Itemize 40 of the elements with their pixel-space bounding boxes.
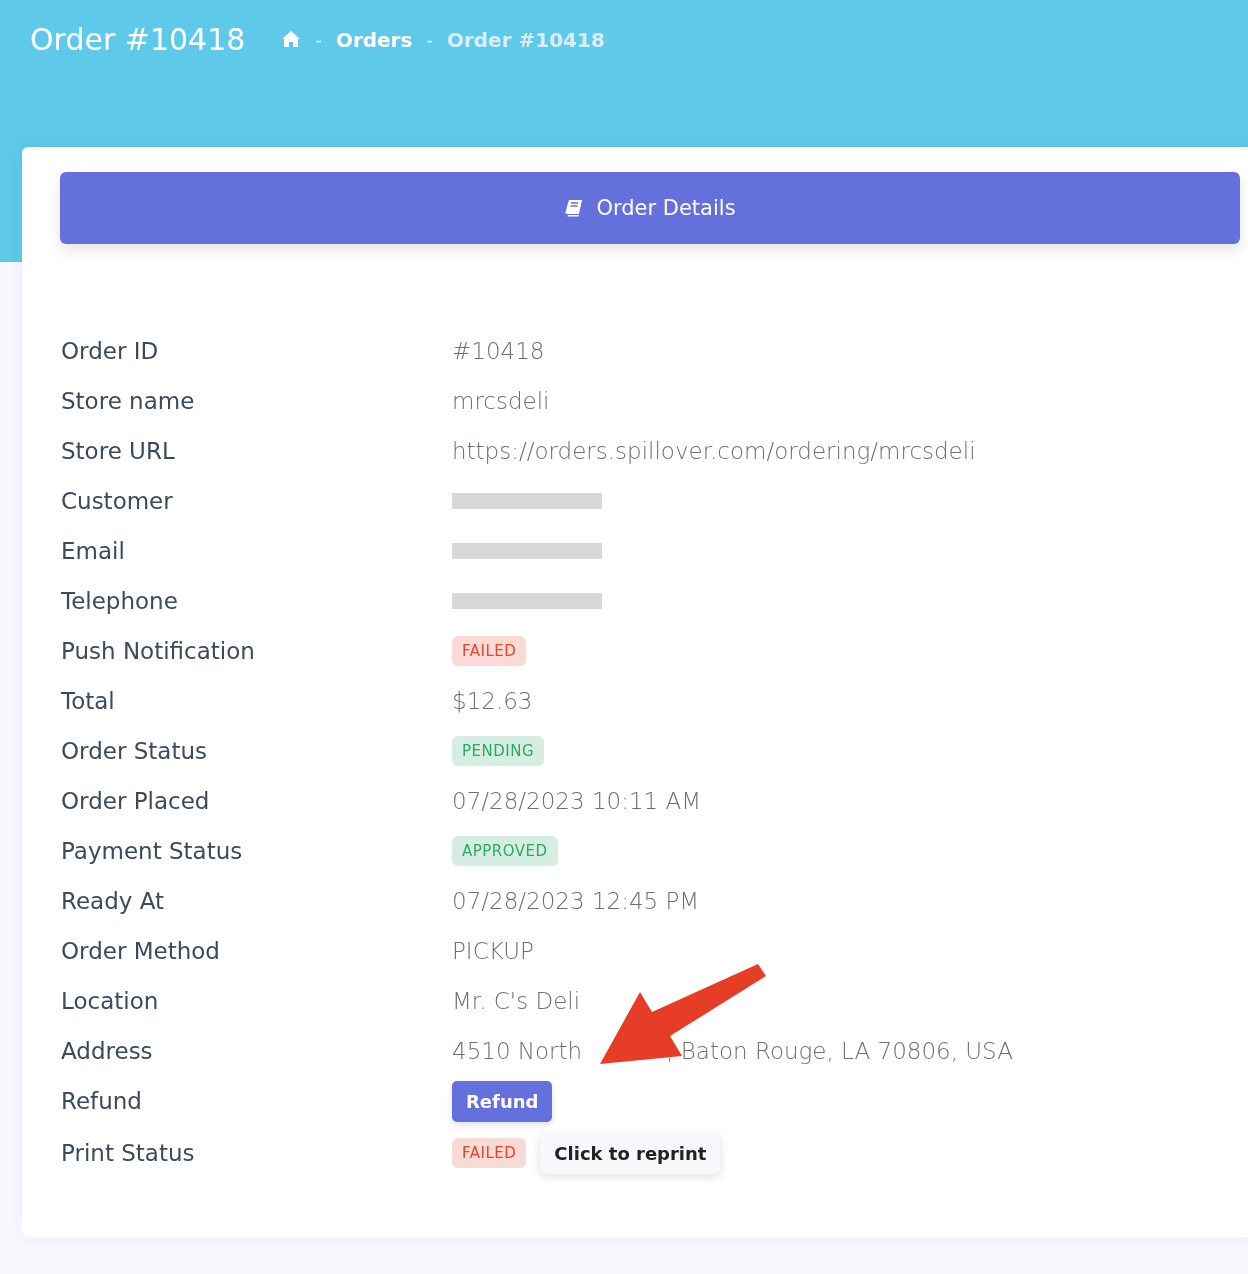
home-icon[interactable]: [281, 29, 302, 48]
field-label: Email: [61, 538, 126, 564]
field-label: Store URL: [61, 438, 176, 464]
field-label: Order Placed: [61, 788, 211, 814]
field-label: Location: [61, 988, 160, 1014]
status-badge: FAILED: [452, 1138, 527, 1168]
page-title: Order #10418: [30, 22, 246, 57]
field-label: Refund: [61, 1088, 143, 1114]
field-value: , Baton Rouge, LA 70806, USA: [666, 1038, 1013, 1064]
field-label: Order ID: [61, 338, 160, 364]
field-label: Address: [61, 1038, 154, 1064]
field-value: #10418: [452, 338, 545, 364]
field-value: PICKUP: [452, 938, 534, 964]
field-label: Order Status: [61, 738, 208, 764]
field-value: mrcsdeli: [452, 388, 550, 414]
field-label: Telephone: [61, 588, 179, 614]
reprint-button[interactable]: Click to reprint: [540, 1132, 721, 1174]
status-badge: APPROVED: [452, 836, 558, 866]
field-label: Print Status: [61, 1140, 196, 1166]
breadcrumb-separator: -: [426, 29, 433, 50]
status-badge: FAILED: [452, 636, 527, 666]
field-value: 4510 North: [452, 1038, 583, 1064]
field-label: Push Notification: [61, 638, 256, 664]
breadcrumb-current: Order #10418: [446, 27, 605, 52]
field-label: Total: [61, 688, 116, 714]
field-label: Order Method: [61, 938, 221, 964]
field-value: Mr. C's Deli: [452, 988, 581, 1014]
breadcrumb-separator: -: [315, 29, 322, 50]
field-label: Customer: [61, 488, 174, 514]
status-badge: PENDING: [452, 736, 545, 766]
field-value: https://orders.spillover.com/ordering/mrcsdeli: [452, 438, 976, 464]
field-label: Payment Status: [61, 838, 244, 864]
field-label: Store name: [61, 388, 196, 414]
field-value: 07/28/2023 12:45 PM: [452, 888, 700, 914]
refund-button[interactable]: Refund: [452, 1080, 553, 1122]
field-value: 07/28/2023 10:11 AM: [452, 788, 702, 814]
field-value: $12.63: [452, 688, 533, 714]
card-title: Order Details: [596, 196, 736, 220]
field-label: Ready At: [61, 888, 166, 914]
book-icon: [564, 198, 585, 218]
